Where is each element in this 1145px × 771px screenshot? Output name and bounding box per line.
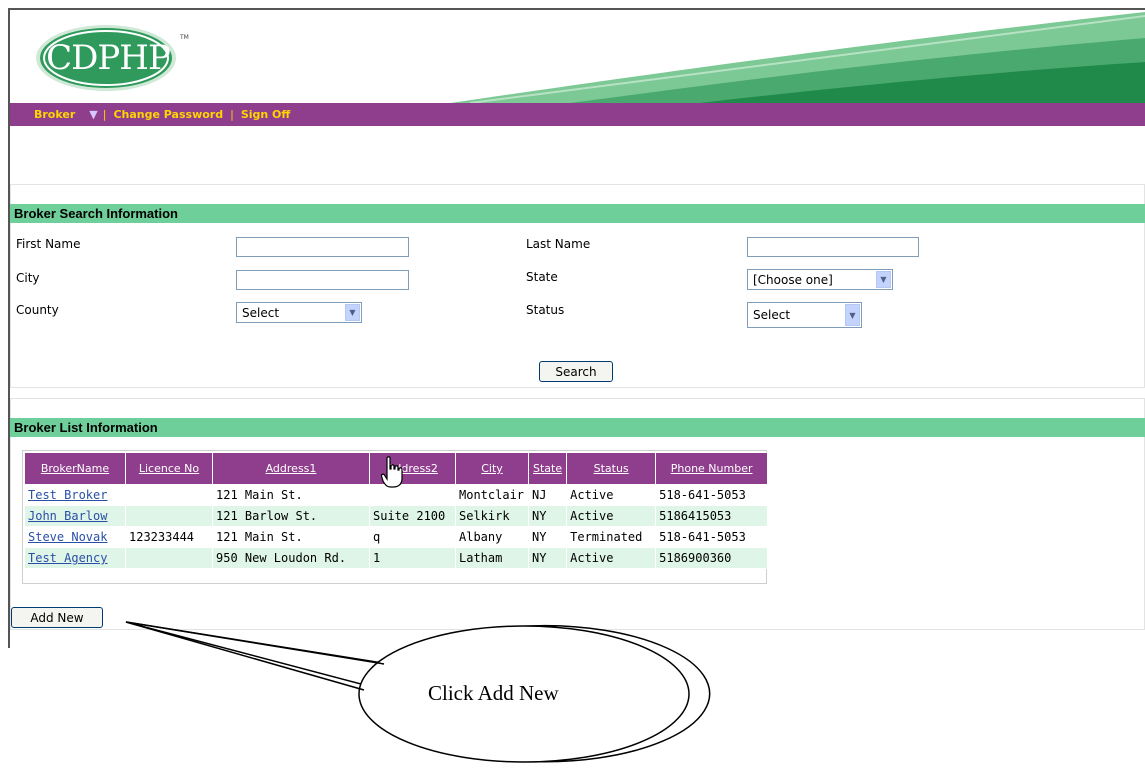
callout-balloon <box>125 621 711 763</box>
callout-text: Click Add New <box>428 681 559 705</box>
